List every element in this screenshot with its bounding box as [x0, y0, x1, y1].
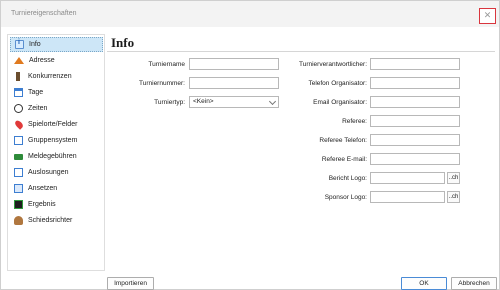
close-button[interactable]: ✕ [479, 8, 496, 24]
turniernummer-input[interactable] [189, 77, 279, 89]
verantwortlicher-label: Turnierverantwortlicher: [298, 61, 367, 68]
sidebar-item-konkurrenzen[interactable]: Konkurrenzen [10, 69, 103, 84]
draw-icon [14, 168, 23, 177]
sidebar-item-label: Gruppensystem [28, 137, 78, 144]
sidebar-item-label: Konkurrenzen [28, 73, 72, 80]
chevron-down-icon [268, 97, 277, 106]
main-panel: Info Turniername Turniernummer: Turniert… [107, 34, 495, 271]
sponsor-logo-input[interactable] [370, 191, 445, 203]
sidebar-item-label: Ergebnis [28, 201, 56, 208]
sidebar: Info Adresse Konkurrenzen Tage Zeiten Sp… [7, 34, 105, 271]
sidebar-item-ansetzen[interactable]: Ansetzen [10, 181, 103, 196]
bericht-logo-label: Bericht Logo: [328, 175, 367, 182]
sidebar-item-ergebnis[interactable]: Ergebnis [10, 197, 103, 212]
telefon-organisator-label: Telefon Organisator: [308, 80, 367, 87]
info-icon [15, 39, 24, 49]
referee-icon [14, 216, 23, 225]
bracket-icon [16, 72, 20, 81]
bericht-logo-input[interactable] [370, 172, 445, 184]
sidebar-item-info[interactable]: Info [10, 37, 103, 52]
location-pin-icon [13, 119, 25, 130]
email-organisator-label: Email Organisator: [313, 99, 367, 106]
scoreboard-icon [14, 200, 23, 209]
turniertyp-select[interactable]: <Kein> [189, 96, 279, 108]
home-icon [14, 57, 24, 64]
window-title: Turniereigenschaften [11, 10, 77, 17]
sidebar-item-meldegebuehren[interactable]: Meldegebühren [10, 149, 103, 164]
telefon-organisator-input[interactable] [370, 77, 460, 89]
sidebar-item-tage[interactable]: Tage [10, 85, 103, 100]
group-system-icon [14, 136, 23, 145]
cancel-button[interactable]: Abbrechen [451, 277, 497, 290]
email-organisator-input[interactable] [370, 96, 460, 108]
dialog-window: Turniereigenschaften ✕ Info Adresse Konk… [0, 0, 500, 290]
sidebar-item-label: Schiedsrichter [28, 217, 73, 224]
sidebar-item-label: Meldegebühren [28, 153, 77, 160]
schedule-icon [14, 184, 23, 193]
sidebar-item-spielorte[interactable]: Spielorte/Felder [10, 117, 103, 132]
clock-icon [14, 104, 23, 113]
turniernummer-label: Turniernummer: [139, 80, 185, 87]
import-button[interactable]: Importieren [107, 277, 154, 290]
referee-email-input[interactable] [370, 153, 460, 165]
sidebar-item-adresse[interactable]: Adresse [10, 53, 103, 68]
sidebar-item-label: Tage [28, 89, 44, 96]
referee-label: Referee: [342, 118, 367, 125]
turniername-label: Turniername [148, 61, 185, 68]
ok-button[interactable]: OK [401, 277, 447, 290]
sidebar-item-label: Spielorte/Felder [28, 121, 78, 128]
sidebar-item-label: Auslosungen [28, 169, 69, 176]
sponsor-logo-browse-button[interactable]: ..ch [447, 191, 460, 203]
sidebar-item-label: Ansetzen [28, 185, 58, 192]
referee-telefon-input[interactable] [370, 134, 460, 146]
sponsor-logo-label: Sponsor Logo: [324, 194, 367, 201]
sidebar-item-label: Adresse [29, 57, 55, 64]
turniertyp-value: <Kein> [193, 98, 214, 105]
sidebar-item-auslosungen[interactable]: Auslosungen [10, 165, 103, 180]
sidebar-item-schiedsrichter[interactable]: Schiedsrichter [10, 213, 103, 228]
verantwortlicher-input[interactable] [370, 58, 460, 70]
title-bar: Turniereigenschaften ✕ [1, 1, 499, 27]
turniertyp-label: Turniertyp: [154, 99, 185, 106]
turniername-input[interactable] [189, 58, 279, 70]
calendar-icon [14, 88, 23, 97]
section-title: Info [111, 35, 135, 50]
referee-input[interactable] [370, 115, 460, 127]
sidebar-item-label: Zeiten [28, 105, 48, 112]
sidebar-item-zeiten[interactable]: Zeiten [10, 101, 103, 116]
referee-telefon-label: Referee Telefon: [319, 137, 367, 144]
money-icon [14, 153, 23, 160]
sidebar-item-gruppensystem[interactable]: Gruppensystem [10, 133, 103, 148]
sidebar-item-label: Info [29, 41, 41, 48]
bericht-logo-browse-button[interactable]: ..ch [447, 172, 460, 184]
referee-email-label: Referee E-mail: [321, 156, 367, 163]
section-divider [107, 51, 495, 52]
